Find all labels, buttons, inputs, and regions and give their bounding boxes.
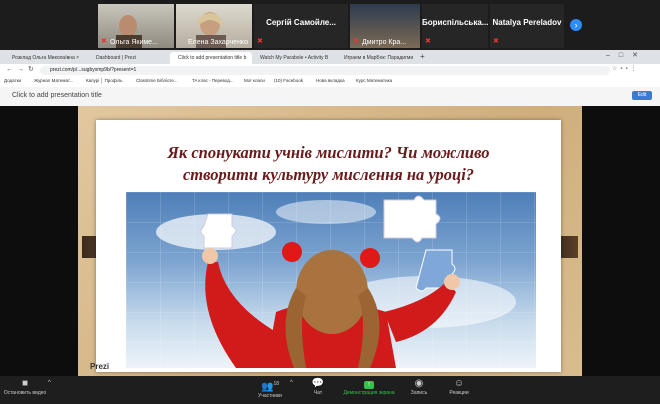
bookmark-item[interactable]: (10) Facebook [274,78,303,83]
participant-name: Елена Захарченко [188,39,248,46]
slide-question: Як спонукати учнів мислити? Чи можливо с… [106,142,551,186]
edit-button[interactable]: Edit [632,91,652,100]
record-button[interactable]: ◉ Запись [406,378,432,396]
browser-tab-active[interactable]: Click to add presentation title b [170,52,252,64]
mic-muted-icon: ✖ [353,38,359,45]
bookmark-item[interactable]: Курс Математика [356,78,392,83]
chat-bubble-icon: 💬 [311,378,325,389]
bookmark-item[interactable]: Нова вкладка [316,78,345,83]
bookmark-item[interactable]: TA клас - Перевод... [192,78,234,83]
stop-video-button[interactable]: ■ Остановить видео [2,378,48,396]
browser-tab-strip: Розклад Ольга Миколаївна × Dashboard | P… [0,50,660,64]
participant-name-tile[interactable]: Бориспільська... ✖ [422,4,488,48]
question-line-1: Як спонукати учнів мислити? Чи можливо [167,143,490,162]
question-line-2: створити культуру мислення на уроці? [182,165,475,184]
smiley-icon: ☺ [453,378,465,389]
participant-name: Natalya Pereladov [492,18,562,27]
participant-name-tile[interactable]: Сергій Самойле... ✖ [254,4,348,48]
mic-muted-icon: ✖ [493,38,499,45]
participant-name: Бориспільська... [422,18,488,27]
stop-video-label: Остановить видео [3,390,47,396]
participants-caret-icon[interactable]: ^ [290,380,293,386]
presentation-stage: Як спонукати учнів мислити? Чи можливо с… [0,106,660,376]
bookmark-item[interactable]: Мої класи [244,78,265,83]
browser-tab[interactable]: Розклад Ольга Миколаївна × [4,52,84,64]
next-page-chevron-icon[interactable]: › [570,19,582,31]
window-controls-icon[interactable]: –□✕ [606,51,647,59]
share-screen-button[interactable]: ↑ Демонстрация экрана [338,378,400,396]
slide-card: Як спонукати учнів мислити? Чи можливо с… [96,120,561,372]
mic-muted-icon: ✖ [257,38,263,45]
browser-window: Розклад Ольга Миколаївна × Dashboard | P… [0,50,660,106]
share-screen-icon: ↑ [338,378,400,390]
puzzle-photo [126,192,536,368]
participant-name: Дмитро Кра... [362,39,407,46]
puzzle-girl-illustration [126,192,536,368]
nav-arrows-icon[interactable]: ←→↻ [6,65,38,73]
participant-video-tile[interactable]: ✖ Ольга Якиме... [98,4,174,48]
bookmark-item[interactable]: Журнал Математ... [34,78,73,83]
participants-label: Участники [258,393,282,400]
bookmark-item[interactable]: Додатки [4,78,21,83]
bookmark-item[interactable]: Classtime Бібліоте... [136,78,178,83]
browser-tab[interactable]: Watch My Parabole • Activity B [252,52,334,64]
video-camera-icon: ■ [21,378,29,389]
participants-count: 18 [273,381,279,387]
browser-tab[interactable]: Dashboard | Prezi [88,52,168,64]
participant-name: Ольга Якиме... [110,39,158,46]
participant-name-tile[interactable]: Natalya Pereladov ✖ [490,4,564,48]
participant-video-tile[interactable]: ✖ Дмитро Кра... [350,4,420,48]
reactions-button[interactable]: ☺ Реакции [444,378,474,396]
participants-button[interactable]: 👥18 Участники [250,378,290,399]
mic-muted-icon: ✖ [425,38,431,45]
bookmark-item[interactable]: Капурі │ Профіль [86,78,123,83]
mic-muted-icon: ✖ [101,38,107,45]
new-tab-plus-icon[interactable]: + [420,52,425,61]
reactions-label: Реакции [449,390,469,396]
url-field[interactable]: prezi.com/p/...sugbyxmp9b/?present=1 [40,66,610,75]
record-icon: ◉ [414,378,424,389]
participants-icon: 👥18 [260,381,279,393]
share-screen-label: Демонстрация экрана [343,390,395,396]
address-bar-row: ←→↻ prezi.com/p/...sugbyxmp9b/?present=1… [0,64,660,77]
chat-label: Чат [313,390,323,396]
chat-button[interactable]: 💬 Чат [306,378,330,396]
meeting-toolbar: ■ Остановить видео ^ 👥18 Участники ^ 💬 Ч… [0,376,660,404]
record-label: Запись [410,390,428,396]
participant-strip: ✖ Ольга Якиме... Елена Захарченко Сергій… [0,0,660,50]
browser-tab[interactable]: Играем в МарБок: Парадигми [336,52,418,64]
prezi-header: Click to add presentation title Edit [0,87,660,106]
prezi-logo[interactable]: Prezi [90,362,109,371]
presentation-title[interactable]: Click to add presentation title [12,92,102,99]
extensions-icon[interactable]: ☆▪▪⋮ [612,65,640,72]
video-options-caret-icon[interactable]: ^ [48,380,51,386]
participant-name: Сергій Самойле... [266,18,336,27]
participant-video-tile[interactable]: Елена Захарченко [176,4,252,48]
